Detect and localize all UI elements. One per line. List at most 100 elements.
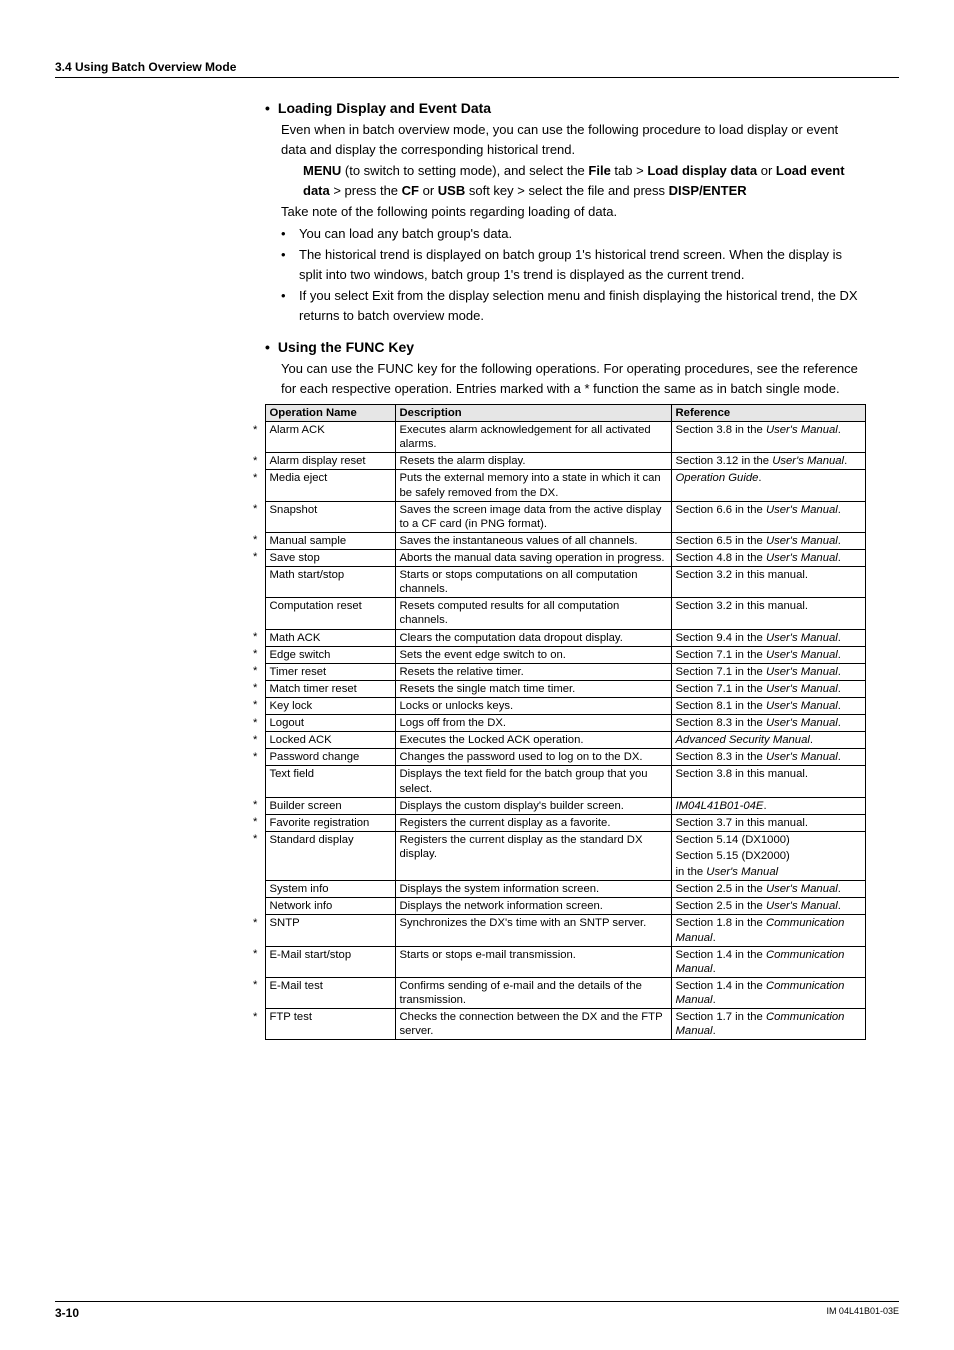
star-cell <box>251 898 265 915</box>
table-header-row: Operation Name Description Reference <box>251 405 865 422</box>
table-row: Network infoDisplays the network informa… <box>251 898 865 915</box>
op-cell: Alarm display reset <box>265 453 395 470</box>
page-footer: 3-10 IM 04L41B01-03E <box>55 1301 899 1320</box>
desc-cell: Displays the system information screen. <box>395 881 671 898</box>
loading-title: Loading Display and Event Data <box>278 100 491 116</box>
blank-header <box>251 405 265 422</box>
func-table-wrap: Operation Name Description Reference *Al… <box>251 404 865 1040</box>
desc-cell: Executes the Locked ACK operation. <box>395 732 671 749</box>
list-item-text: If you select Exit from the display sele… <box>299 286 865 325</box>
ref-cell: Section 2.5 in the User's Manual. <box>671 881 865 898</box>
op-cell: Timer reset <box>265 663 395 680</box>
list-item: •The historical trend is displayed on ba… <box>281 245 865 284</box>
table-body: *Alarm ACKExecutes alarm acknowledgement… <box>251 422 865 1040</box>
th-description: Description <box>395 405 671 422</box>
star-cell: * <box>251 532 265 549</box>
desc-cell: Changes the password used to log on to t… <box>395 749 671 766</box>
func-title: Using the FUNC Key <box>278 339 414 355</box>
header-rule <box>55 77 899 78</box>
bullet-icon: • <box>265 100 270 116</box>
table-row: *Alarm ACKExecutes alarm acknowledgement… <box>251 422 865 453</box>
ref-cell: Section 8.3 in the User's Manual. <box>671 749 865 766</box>
menu-d: tab > <box>611 163 648 178</box>
op-cell: Math start/stop <box>265 567 395 598</box>
th-operation: Operation Name <box>265 405 395 422</box>
ref-cell: Section 3.2 in this manual. <box>671 598 865 629</box>
desc-cell: Locks or unlocks keys. <box>395 697 671 714</box>
op-cell: Builder screen <box>265 797 395 814</box>
desc-cell: Registers the current display as a favor… <box>395 814 671 831</box>
ref-cell: Advanced Security Manual. <box>671 732 865 749</box>
ref-cell: Section 1.4 in the Communication Manual. <box>671 977 865 1008</box>
menu-k: USB <box>438 183 465 198</box>
ref-cell: Section 9.4 in the User's Manual. <box>671 629 865 646</box>
op-cell: Save stop <box>265 549 395 566</box>
ref-cell: Section 5.14 (DX1000)Section 5.15 (DX200… <box>671 831 865 880</box>
table-row: Computation resetResets computed results… <box>251 598 865 629</box>
table-row: *Locked ACKExecutes the Locked ACK opera… <box>251 732 865 749</box>
menu-e: Load display data <box>647 163 757 178</box>
ref-cell: Section 6.5 in the User's Manual. <box>671 532 865 549</box>
star-cell: * <box>251 797 265 814</box>
star-cell <box>251 881 265 898</box>
op-cell: Snapshot <box>265 501 395 532</box>
menu-i: CF <box>402 183 419 198</box>
loading-p1: Even when in batch overview mode, you ca… <box>281 120 865 159</box>
loading-menu-line: MENU (to switch to setting mode), and se… <box>303 161 865 200</box>
section-header: 3.4 Using Batch Overview Mode <box>55 60 899 74</box>
star-cell: * <box>251 453 265 470</box>
desc-cell: Starts or stops e-mail transmission. <box>395 946 671 977</box>
op-cell: Key lock <box>265 697 395 714</box>
bullet-icon: • <box>281 286 291 325</box>
list-item-text: The historical trend is displayed on bat… <box>299 245 865 284</box>
table-row: Text fieldDisplays the text field for th… <box>251 766 865 797</box>
menu-a: MENU <box>303 163 341 178</box>
op-cell: Logout <box>265 715 395 732</box>
list-item-text: You can load any batch group's data. <box>299 224 512 244</box>
table-row: *Math ACKClears the computation data dro… <box>251 629 865 646</box>
star-cell: * <box>251 501 265 532</box>
op-cell: SNTP <box>265 915 395 946</box>
content-area: • Loading Display and Event Data Even wh… <box>265 100 865 1040</box>
menu-h: > press the <box>330 183 402 198</box>
th-reference: Reference <box>671 405 865 422</box>
star-cell: * <box>251 470 265 501</box>
table-row: Math start/stopStarts or stops computati… <box>251 567 865 598</box>
desc-cell: Resets computed results for all computat… <box>395 598 671 629</box>
table-row: *Timer resetResets the relative timer.Se… <box>251 663 865 680</box>
ref-cell: Section 8.3 in the User's Manual. <box>671 715 865 732</box>
star-cell: * <box>251 629 265 646</box>
star-cell: * <box>251 946 265 977</box>
table-row: System infoDisplays the system informati… <box>251 881 865 898</box>
star-cell: * <box>251 977 265 1008</box>
table-row: *LogoutLogs off from the DX.Section 8.3 … <box>251 715 865 732</box>
op-cell: Standard display <box>265 831 395 880</box>
loading-section: • Loading Display and Event Data Even wh… <box>265 100 865 325</box>
desc-cell: Puts the external memory into a state in… <box>395 470 671 501</box>
desc-cell: Clears the computation data dropout disp… <box>395 629 671 646</box>
op-cell: E-Mail test <box>265 977 395 1008</box>
ref-cell: Section 7.1 in the User's Manual. <box>671 663 865 680</box>
desc-cell: Logs off from the DX. <box>395 715 671 732</box>
op-cell: Match timer reset <box>265 680 395 697</box>
menu-f: or <box>757 163 776 178</box>
menu-j: or <box>419 183 438 198</box>
desc-cell: Sets the event edge switch to on. <box>395 646 671 663</box>
menu-l: soft key > select the file and press <box>465 183 668 198</box>
star-cell: * <box>251 663 265 680</box>
ref-cell: Section 7.1 in the User's Manual. <box>671 680 865 697</box>
ref-cell: Section 1.8 in the Communication Manual. <box>671 915 865 946</box>
op-cell: System info <box>265 881 395 898</box>
op-cell: E-Mail start/stop <box>265 946 395 977</box>
table-row: *Media ejectPuts the external memory int… <box>251 470 865 501</box>
table-row: *SnapshotSaves the screen image data fro… <box>251 501 865 532</box>
op-cell: Edge switch <box>265 646 395 663</box>
star-cell: * <box>251 749 265 766</box>
op-cell: Manual sample <box>265 532 395 549</box>
ref-cell: Section 1.4 in the Communication Manual. <box>671 946 865 977</box>
desc-cell: Registers the current display as the sta… <box>395 831 671 880</box>
list-item: •You can load any batch group's data. <box>281 224 865 244</box>
star-cell: * <box>251 422 265 453</box>
desc-cell: Synchronizes the DX's time with an SNTP … <box>395 915 671 946</box>
desc-cell: Resets the alarm display. <box>395 453 671 470</box>
